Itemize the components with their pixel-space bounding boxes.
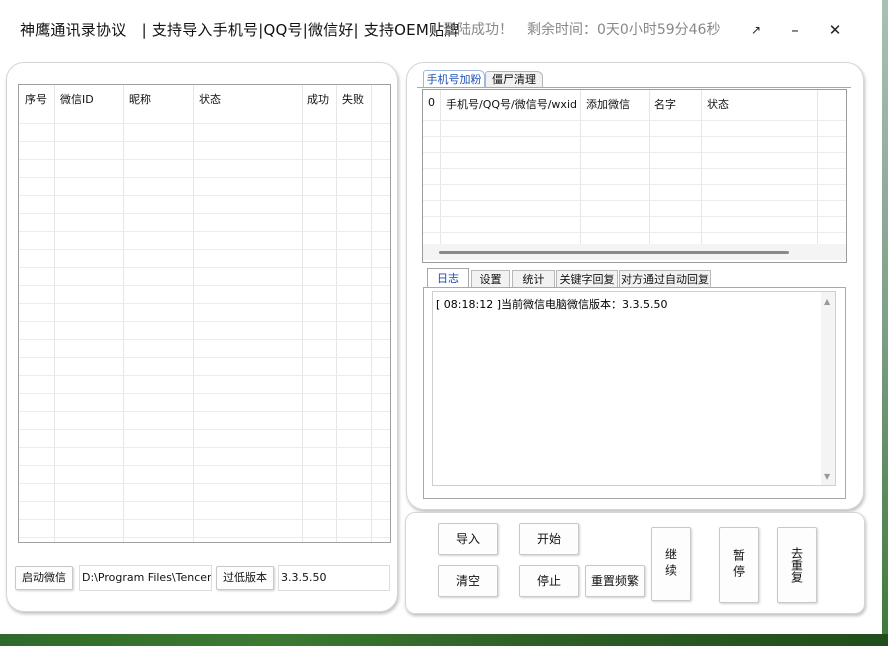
col-header-nickname[interactable]: 昵称 bbox=[129, 91, 151, 107]
col-header-zero[interactable]: 0 bbox=[428, 96, 435, 109]
reset-frequency-button[interactable]: 重置频繁 bbox=[585, 565, 645, 597]
col-header-target[interactable]: 手机号/QQ号/微信号/wxid bbox=[446, 96, 577, 112]
start-button[interactable]: 开始 bbox=[519, 523, 579, 555]
col-header-state[interactable]: 状态 bbox=[707, 96, 729, 112]
restore-icon[interactable]: ↗ bbox=[744, 18, 768, 42]
log-tab-panel: [ 08:18:12 ]当前微信电脑微信版本：3.3.5.50 ▲ ▼ bbox=[423, 287, 846, 499]
clear-button[interactable]: 清空 bbox=[438, 565, 498, 597]
col-header-fail[interactable]: 失败 bbox=[342, 91, 364, 107]
tab-zombie-clean[interactable]: 僵尸清理 bbox=[485, 71, 543, 88]
tab-log[interactable]: 日志 bbox=[427, 268, 469, 288]
import-button[interactable]: 导入 bbox=[438, 523, 498, 555]
close-button[interactable]: ✕ bbox=[823, 18, 847, 42]
tab-stats[interactable]: 统计 bbox=[512, 270, 555, 288]
low-version-button[interactable]: 过低版本 bbox=[216, 566, 274, 590]
tab-phone-add[interactable]: 手机号加粉 bbox=[423, 70, 485, 88]
continue-label: 继续 bbox=[663, 548, 678, 580]
account-table[interactable]: 序号 微信ID 昵称 状态 成功 失败 bbox=[18, 84, 391, 543]
scroll-up-icon[interactable]: ▲ bbox=[824, 297, 830, 306]
desktop-bottom-strip bbox=[0, 634, 888, 646]
continue-button[interactable]: 继续 bbox=[651, 527, 691, 601]
col-header-name[interactable]: 名字 bbox=[654, 96, 676, 112]
tab-keyword-reply[interactable]: 关键字回复 bbox=[556, 270, 618, 288]
pause-button[interactable]: 暂停 bbox=[719, 527, 759, 603]
scroll-down-icon[interactable]: ▼ bbox=[824, 472, 830, 481]
pause-label: 暂停 bbox=[731, 549, 746, 581]
app-title: 神鹰通讯录协议 | 支持导入手机号|QQ号|微信好| 支持OEM贴牌 bbox=[20, 21, 460, 39]
stop-button[interactable]: 停止 bbox=[519, 565, 579, 597]
vertical-scrollbar[interactable]: ▲ ▼ bbox=[821, 292, 835, 485]
version-field[interactable]: 3.3.5.50 bbox=[278, 565, 390, 591]
login-status: 登陆成功！ 剩余时间：0天0小时59分46秒 bbox=[443, 22, 721, 38]
desktop-edge bbox=[882, 0, 888, 634]
log-line: [ 08:18:12 ]当前微信电脑微信版本：3.3.5.50 bbox=[436, 298, 668, 311]
tab-settings[interactable]: 设置 bbox=[471, 270, 510, 288]
tab-auto-reply[interactable]: 对方通过自动回复 bbox=[619, 270, 711, 288]
col-header-status[interactable]: 状态 bbox=[199, 91, 221, 107]
log-box[interactable]: [ 08:18:12 ]当前微信电脑微信版本：3.3.5.50 ▲ ▼ bbox=[432, 291, 836, 486]
dedupe-button[interactable]: 去重复 bbox=[777, 527, 817, 603]
dedupe-label: 去重复 bbox=[789, 547, 804, 583]
col-header-wechat-id[interactable]: 微信ID bbox=[60, 91, 94, 107]
scrollbar-thumb[interactable] bbox=[439, 251, 789, 254]
col-header-index[interactable]: 序号 bbox=[25, 91, 47, 107]
col-header-add-wechat[interactable]: 添加微信 bbox=[586, 96, 630, 112]
wechat-path-field[interactable]: D:\Program Files\Tencent bbox=[79, 565, 212, 591]
title-bar: 神鹰通讯录协议 | 支持导入手机号|QQ号|微信好| 支持OEM贴牌 登陆成功！… bbox=[0, 0, 888, 58]
col-header-success[interactable]: 成功 bbox=[307, 91, 329, 107]
contact-table[interactable]: 0 手机号/QQ号/微信号/wxid 添加微信 名字 状态 bbox=[422, 89, 847, 263]
start-wechat-button[interactable]: 启动微信 bbox=[15, 566, 73, 590]
horizontal-scrollbar[interactable] bbox=[423, 244, 846, 260]
minimize-button[interactable]: – bbox=[783, 18, 807, 42]
